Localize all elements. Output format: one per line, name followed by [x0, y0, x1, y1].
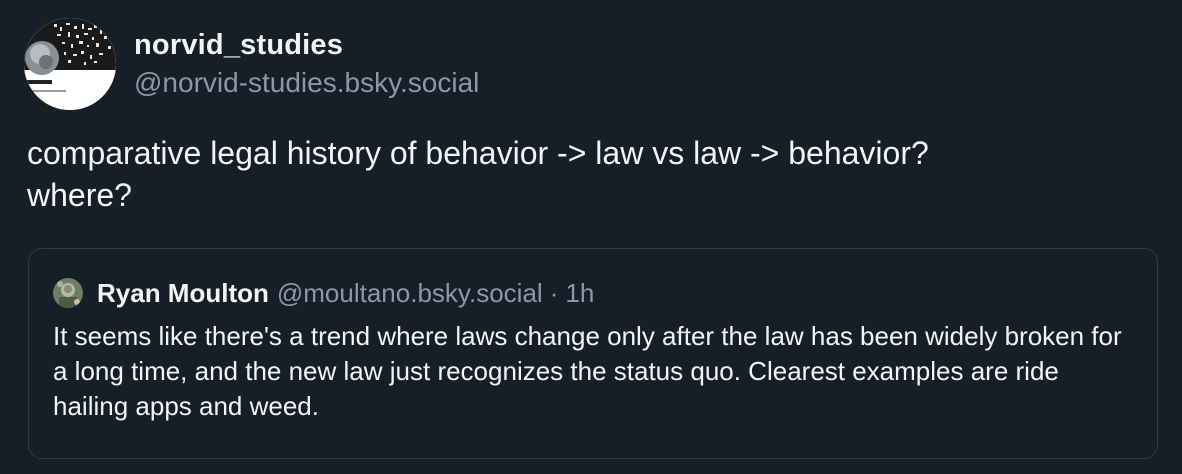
- quoted-post-text: It seems like there's a trend where laws…: [53, 321, 1122, 421]
- quoted-author-display-name[interactable]: Ryan Moulton: [97, 277, 269, 309]
- quoted-post-timestamp[interactable]: 1h: [565, 277, 594, 309]
- author-avatar[interactable]: [24, 18, 116, 110]
- author-info: norvid_studies @norvid-studies.bsky.soci…: [134, 27, 479, 101]
- author-handle[interactable]: @norvid-studies.bsky.social: [134, 65, 479, 101]
- post-header: norvid_studies @norvid-studies.bsky.soci…: [24, 18, 479, 110]
- author-display-name[interactable]: norvid_studies: [134, 27, 479, 63]
- quoted-post[interactable]: Ryan Moulton @moultano.bsky.social · 1h …: [28, 248, 1158, 459]
- avatar-image: [24, 18, 116, 110]
- quoted-avatar-image: [53, 278, 83, 308]
- separator-dot: ·: [549, 278, 559, 308]
- quoted-post-header: Ryan Moulton @moultano.bsky.social · 1h: [53, 277, 594, 309]
- quoted-author-avatar[interactable]: [53, 278, 83, 308]
- post-text: comparative legal history of behavior ->…: [27, 135, 929, 213]
- quoted-author-handle[interactable]: @moultano.bsky.social: [277, 277, 543, 309]
- post[interactable]: norvid_studies @norvid-studies.bsky.soci…: [0, 0, 1182, 474]
